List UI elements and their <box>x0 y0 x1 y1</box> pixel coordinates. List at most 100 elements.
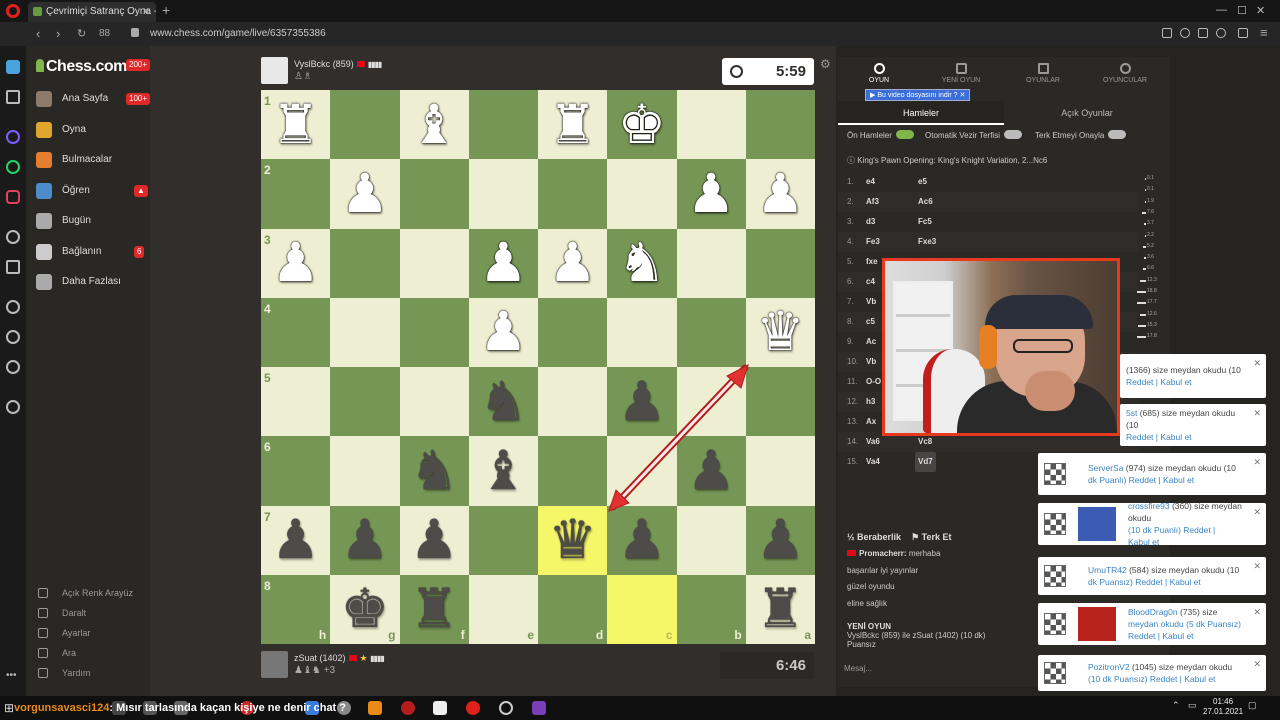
premoves-toggle[interactable]: Ön Hamleler <box>847 130 914 140</box>
white-pawn-icon[interactable]: ♟ <box>677 159 746 228</box>
sidebar-item-4[interactable]: Bugün <box>34 210 146 232</box>
board-square[interactable] <box>330 228 400 298</box>
black-rook-icon[interactable]: ♜ <box>746 575 815 644</box>
resign-button[interactable]: ⚑ Terk Et <box>911 532 951 542</box>
white-pawn-icon[interactable]: ♟ <box>469 298 538 367</box>
black-pawn-icon[interactable]: ♟ <box>607 506 676 575</box>
minimize-icon[interactable]: — <box>1216 4 1227 16</box>
board-square[interactable]: ♟ <box>676 159 746 229</box>
challenge-actions[interactable]: (10 dk Puanlı) Reddet | <box>1128 525 1215 535</box>
board-square[interactable] <box>468 505 538 575</box>
board-square[interactable] <box>607 159 677 229</box>
board-square[interactable] <box>538 297 608 367</box>
board-square[interactable]: ♟ <box>676 436 746 506</box>
challenger-name[interactable]: ServerSa <box>1088 463 1123 473</box>
board-square[interactable]: 7 ♟ <box>261 505 331 575</box>
white-pawn-icon[interactable]: ♟ <box>469 229 538 298</box>
white-move[interactable]: h3 <box>866 392 875 412</box>
bottom-player-avatar[interactable] <box>261 651 288 678</box>
board-square[interactable]: ♟ <box>468 297 538 367</box>
sidebar-item-0[interactable]: Ana Sayfa 100+ <box>34 88 151 110</box>
board-square[interactable]: ♛ <box>745 297 815 367</box>
board-square[interactable] <box>676 367 746 437</box>
white-move[interactable]: Ax <box>866 412 876 432</box>
white-move[interactable]: Ac <box>866 332 876 352</box>
white-move[interactable]: Af3 <box>866 192 879 212</box>
white-queen-icon[interactable]: ♛ <box>746 298 815 367</box>
board-square[interactable]: ♟ <box>330 159 400 229</box>
board-square[interactable] <box>607 297 677 367</box>
white-move[interactable]: Vb <box>866 292 876 312</box>
board-square[interactable] <box>676 505 746 575</box>
board-square[interactable] <box>399 297 469 367</box>
board-square[interactable]: ♜ <box>538 90 608 160</box>
white-move[interactable]: Fe3 <box>866 232 880 252</box>
board-square[interactable]: ♚ <box>607 90 677 160</box>
board-square[interactable] <box>330 297 400 367</box>
board-square[interactable]: c <box>607 574 677 644</box>
challenge-actions[interactable]: dk Puanlı) Reddet | Kabul et <box>1088 475 1194 485</box>
board-square[interactable]: ♞ <box>607 228 677 298</box>
taskbar-app-icon[interactable] <box>433 701 447 715</box>
board-square[interactable] <box>538 436 608 506</box>
challenge-actions[interactable]: (10 dk Puansız) Reddet | Kabul et <box>1088 674 1215 684</box>
confirm-resign-toggle[interactable]: Terk Etmeyi Onayla <box>1035 130 1127 140</box>
instagram-icon[interactable] <box>6 190 20 204</box>
board-square[interactable]: ♝ <box>399 90 469 160</box>
black-knight-icon[interactable]: ♞ <box>469 367 538 436</box>
board-square[interactable] <box>330 90 400 160</box>
start-icon[interactable]: ⊞ <box>4 701 14 715</box>
challenge-actions[interactable]: Reddet | Kabul et <box>1128 631 1194 641</box>
board-square[interactable]: 8h <box>261 574 331 644</box>
camera-icon[interactable] <box>1162 28 1172 38</box>
board-square[interactable] <box>399 367 469 437</box>
system-clock[interactable]: 01:46 27.01.2021 <box>1203 697 1243 717</box>
maximize-icon[interactable]: ☐ <box>1237 4 1247 17</box>
heart-icon[interactable] <box>6 300 20 314</box>
sidebar-item-2[interactable]: Bulmacalar <box>34 149 146 171</box>
taskbar-app-icon[interactable] <box>368 701 382 715</box>
board-square[interactable]: 5 <box>261 367 331 437</box>
store-icon[interactable] <box>6 60 20 74</box>
white-king-icon[interactable]: ♚ <box>607 90 676 159</box>
black-pawn-icon[interactable]: ♟ <box>330 506 399 575</box>
board-square[interactable] <box>538 159 608 229</box>
taskbar-app-icon[interactable] <box>401 701 415 715</box>
history-icon[interactable] <box>6 330 20 344</box>
tab-new-game[interactable]: YENİ OYUN <box>920 63 1002 84</box>
challenger-name[interactable]: BloodDrag0n <box>1128 607 1178 617</box>
autoqueen-toggle[interactable]: Otomatik Vezir Terfisi <box>925 130 1022 140</box>
board-square[interactable] <box>745 90 815 160</box>
opera-taskbar-icon[interactable] <box>466 701 480 715</box>
board-square[interactable] <box>399 228 469 298</box>
board-square[interactable]: ♝ <box>468 436 538 506</box>
white-rook-icon[interactable]: ♜ <box>538 90 607 159</box>
black-knight-icon[interactable]: ♞ <box>400 436 469 505</box>
white-move[interactable]: c4 <box>866 272 875 292</box>
challenge-actions[interactable]: dk Puansız) Reddet | Kabul et <box>1088 577 1201 587</box>
black-queen-icon[interactable]: ♛ <box>538 506 607 575</box>
notification-icon[interactable]: ▢ <box>1248 700 1257 711</box>
board-square[interactable]: g ♚ <box>330 574 400 644</box>
black-pawn-icon[interactable]: ♟ <box>607 367 676 436</box>
white-move[interactable]: fxe <box>866 252 878 272</box>
reload-icon[interactable]: ↻ <box>77 27 86 40</box>
white-knight-icon[interactable]: ♞ <box>607 229 676 298</box>
window-close-icon[interactable]: ✕ <box>1256 4 1265 17</box>
black-pawn-icon[interactable]: ♟ <box>261 506 330 575</box>
board-square[interactable]: 2 <box>261 159 331 229</box>
white-move[interactable]: d3 <box>866 212 875 232</box>
sidebar-bottom-item[interactable]: Daralt <box>36 605 146 621</box>
sidebar-bottom-item[interactable]: Ayarlar <box>36 625 146 641</box>
snapshot-icon[interactable] <box>1198 28 1208 38</box>
address-bar[interactable]: www.chess.com/game/live/6357355386 <box>150 28 326 39</box>
board-square[interactable] <box>676 297 746 367</box>
new-tab-icon[interactable]: + <box>162 2 170 18</box>
board-square[interactable]: ♟ <box>607 367 677 437</box>
close-icon[interactable]: ✕ <box>1253 407 1261 419</box>
board-square[interactable]: 4 <box>261 297 331 367</box>
sidebar-bottom-item[interactable]: Açık Renk Arayüz <box>36 585 146 601</box>
black-move[interactable]: Fxe3 <box>918 232 936 252</box>
chat-user[interactable]: Promacherr: <box>859 549 907 558</box>
taskbar-app-icon[interactable] <box>532 701 546 715</box>
